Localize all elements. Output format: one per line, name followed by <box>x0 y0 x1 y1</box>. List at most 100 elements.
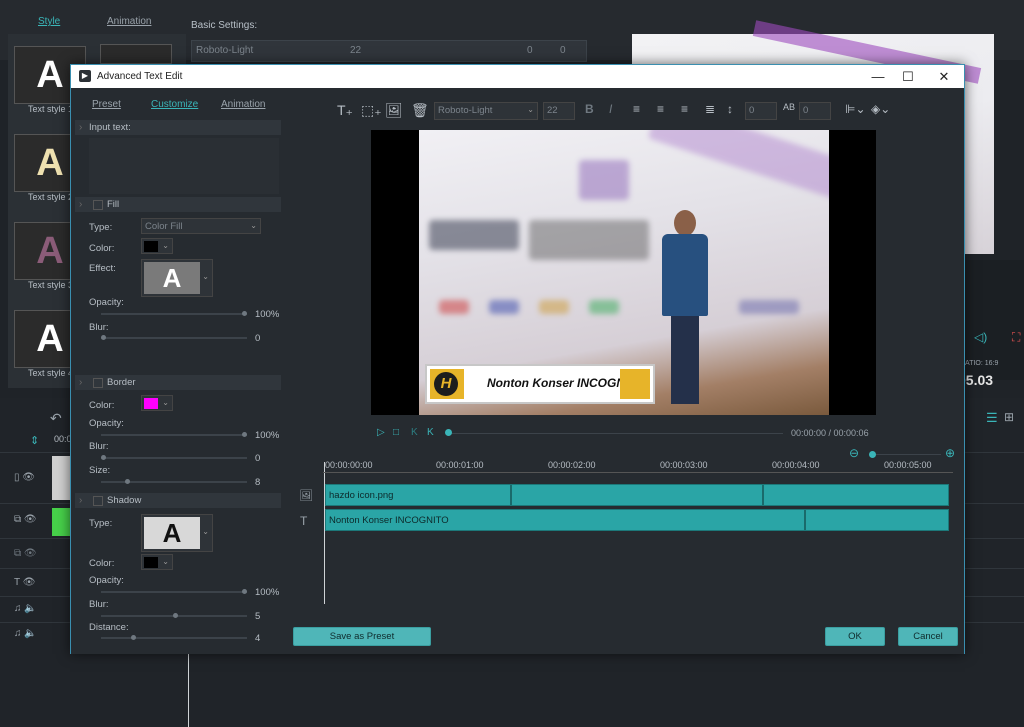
shadow-preview: A <box>144 517 200 549</box>
undo-icon[interactable]: ↶ <box>50 410 62 427</box>
shadow-opacity-slider[interactable] <box>101 589 247 594</box>
border-color-picker[interactable]: ⌄ <box>141 395 173 411</box>
image-clip-track[interactable]: hazdo icon.png <box>325 484 949 506</box>
slider-knob[interactable] <box>173 613 178 618</box>
bg-clip-thumbnail[interactable] <box>52 456 70 500</box>
shadow-blur-slider[interactable] <box>101 613 247 618</box>
bg-basic-settings-label: Basic Settings: <box>191 20 258 31</box>
overlay-track-icon: ⧉ 👁 <box>14 548 37 559</box>
shadow-checkbox[interactable] <box>93 496 103 506</box>
shadow-distance-slider[interactable] <box>101 635 247 640</box>
advanced-text-edit-dialog: ▶ Advanced Text Edit — ☐ ✕ Preset Custom… <box>70 64 965 654</box>
fill-color-label: Color: <box>89 243 115 254</box>
close-icon[interactable]: ✕ <box>929 68 959 85</box>
add-text-icon[interactable]: T₊ <box>337 102 353 119</box>
shadow-section-header[interactable]: › Shadow <box>75 493 281 508</box>
add-shape-icon[interactable]: ⬚₊ <box>361 102 382 119</box>
next-frame-icon[interactable]: K <box>427 427 434 438</box>
fill-type-select[interactable]: Color Fill ⌄ <box>141 218 261 234</box>
char-spacing-icon[interactable]: AB <box>783 102 795 112</box>
border-opacity-slider[interactable] <box>101 432 247 437</box>
layers-icon[interactable]: ◈⌄ <box>871 102 890 116</box>
play-icon[interactable]: ▷ <box>377 427 385 438</box>
shadow-type-picker[interactable]: A ⌄ <box>141 514 213 552</box>
border-checkbox[interactable] <box>93 378 103 388</box>
text-style-tile-partial[interactable] <box>100 44 172 64</box>
slider-knob[interactable] <box>242 311 247 316</box>
align-left-icon[interactable]: ≡ <box>633 102 640 116</box>
cancel-button[interactable]: Cancel <box>898 627 958 646</box>
snap-icon[interactable]: ⇕ <box>30 434 39 447</box>
bg-size-select[interactable]: 22 <box>350 45 361 56</box>
zoom-in-icon[interactable]: ⊕ <box>945 446 955 460</box>
slider-knob[interactable] <box>242 589 247 594</box>
bg-num-field-1[interactable]: 0 <box>527 45 533 56</box>
slider-knob[interactable] <box>125 479 130 484</box>
shadow-color-picker[interactable]: ⌄ <box>141 554 173 570</box>
italic-icon[interactable]: I <box>609 102 612 116</box>
justify-icon[interactable]: ≣ <box>705 102 715 116</box>
line-spacing-icon[interactable]: ↕ <box>727 102 733 116</box>
fill-type-label: Type: <box>89 222 113 233</box>
bg-font-select[interactable]: Roboto-Light <box>196 45 253 56</box>
zoom-slider[interactable] <box>869 454 941 455</box>
font-select[interactable]: Roboto-Light ⌄ <box>434 102 538 120</box>
tab-customize[interactable]: Customize <box>151 99 198 110</box>
border-size-slider[interactable] <box>101 479 247 484</box>
font-value: Roboto-Light <box>438 105 493 116</box>
border-color-swatch <box>144 398 158 409</box>
dialog-timeline: 00:00:00:00 00:00:01:00 00:00:02:00 00:0… <box>323 460 953 611</box>
tab-preset[interactable]: Preset <box>92 99 121 110</box>
delete-icon[interactable]: 🗑 <box>411 102 429 119</box>
fill-effect-picker[interactable]: A ⌄ <box>141 259 213 297</box>
shadow-opacity-value: 100% <box>255 587 280 598</box>
text-banner-overlay[interactable]: H Nonton Konser INCOGNITO <box>425 364 655 404</box>
slider-knob[interactable] <box>101 455 106 460</box>
maximize-icon[interactable]: ☐ <box>893 68 923 85</box>
text-clip-track[interactable]: Nonton Konser INCOGNITO <box>325 509 949 531</box>
fill-blur-slider[interactable] <box>101 335 247 340</box>
zoom-out-icon[interactable]: ⊖ <box>849 446 859 460</box>
font-size-select[interactable]: 22 <box>543 102 575 120</box>
save-as-preset-button[interactable]: Save as Preset <box>293 627 431 646</box>
bg-tab-animation[interactable]: Animation <box>107 16 151 27</box>
volume-icon[interactable]: ◁) <box>974 330 987 344</box>
shadow-color-label: Color: <box>89 558 115 569</box>
zoom-knob[interactable] <box>869 451 876 458</box>
fill-checkbox[interactable] <box>93 200 103 210</box>
align-center-icon[interactable]: ≡ <box>657 102 664 116</box>
fullscreen-icon[interactable]: ⛶ <box>1012 330 1020 345</box>
align-objects-icon[interactable]: ⊫⌄ <box>845 102 866 116</box>
slider-knob[interactable] <box>242 432 247 437</box>
add-image-icon[interactable]: 🖼 <box>385 102 403 119</box>
bg-clip-green[interactable] <box>52 508 70 536</box>
bold-icon[interactable]: B <box>585 102 594 116</box>
input-text-area[interactable] <box>89 138 279 194</box>
line-spacing-field[interactable]: 0 <box>745 102 777 120</box>
minimize-icon[interactable]: — <box>863 68 893 85</box>
video-track-icon: ▯ 👁 <box>14 472 35 483</box>
playback-knob[interactable] <box>445 429 452 436</box>
char-spacing-field[interactable]: 0 <box>799 102 831 120</box>
fill-opacity-label: Opacity: <box>89 297 124 308</box>
stop-icon[interactable]: □ <box>393 427 399 438</box>
border-blur-slider[interactable] <box>101 455 247 460</box>
fill-blur-label: Blur: <box>89 322 109 333</box>
list-view-icon[interactable]: ☰ <box>986 410 998 426</box>
fill-section-header[interactable]: › Fill <box>75 197 281 212</box>
dialog-titlebar: ▶ Advanced Text Edit — ☐ ✕ <box>71 65 964 88</box>
ok-button[interactable]: OK <box>825 627 885 646</box>
bg-tab-style[interactable]: Style <box>38 16 60 27</box>
prev-frame-icon[interactable]: K <box>411 427 418 438</box>
fill-color-picker[interactable]: ⌄ <box>141 238 173 254</box>
tab-animation[interactable]: Animation <box>221 99 265 110</box>
playback-progress-bar[interactable] <box>447 433 783 434</box>
bg-num-field-2[interactable]: 0 <box>560 45 566 56</box>
grid-view-icon[interactable]: ⊞ <box>1004 410 1014 424</box>
slider-knob[interactable] <box>131 635 136 640</box>
fill-opacity-slider[interactable] <box>101 311 247 316</box>
input-text-section-header[interactable]: › Input text: <box>75 120 281 135</box>
border-section-header[interactable]: › Border <box>75 375 281 390</box>
align-right-icon[interactable]: ≡ <box>681 102 688 116</box>
slider-knob[interactable] <box>101 335 106 340</box>
